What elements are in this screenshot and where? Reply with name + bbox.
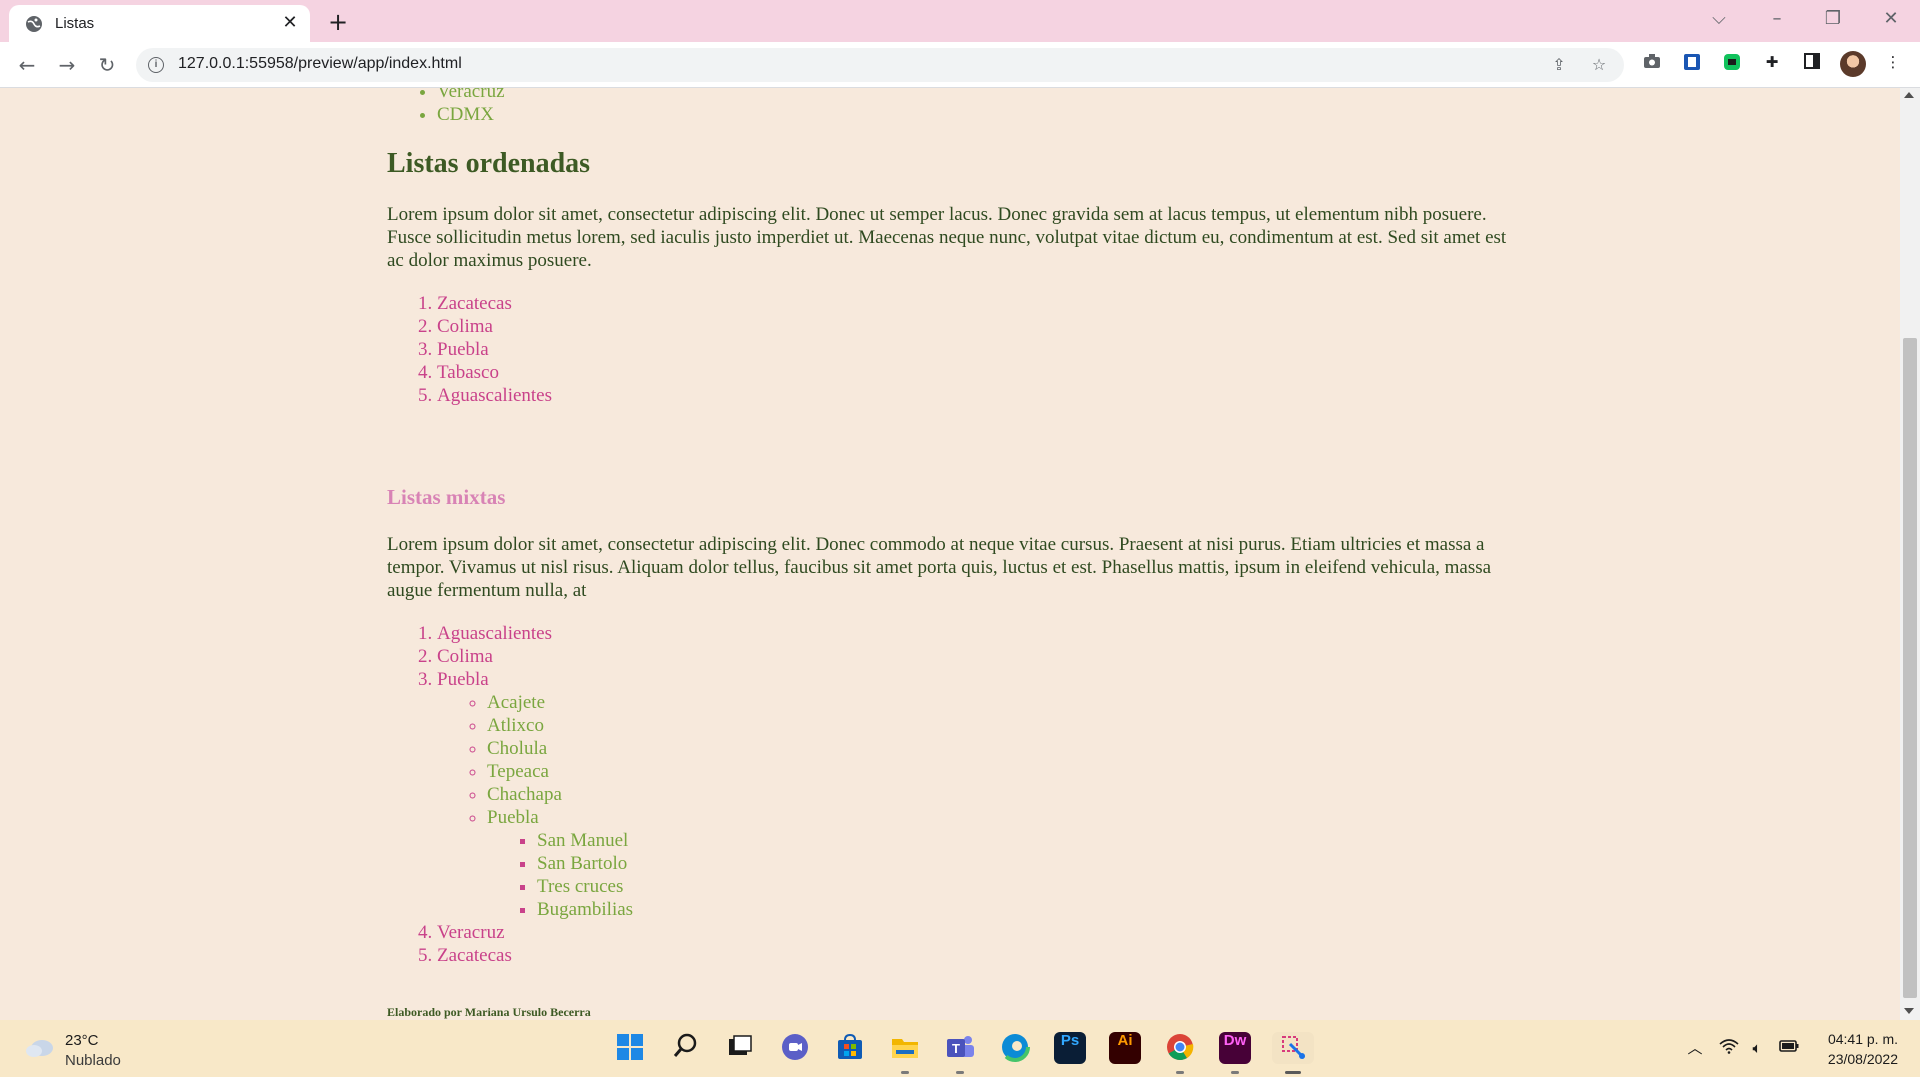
list-item-puebla-sub: Puebla San Manuel San Bartolo Tres cruce… <box>487 806 1517 921</box>
tab-title: Listas <box>55 15 95 32</box>
list-item: Cholula <box>487 737 1517 760</box>
minimize-button[interactable]: – <box>1762 6 1792 32</box>
list-item: Tres cruces <box>537 875 1517 898</box>
list-item-label: Puebla <box>437 669 489 690</box>
weather-temperature[interactable]: 23°C <box>65 1032 99 1049</box>
svg-text:T: T <box>952 1041 960 1056</box>
page-footer: Elaborado por Mariana Ursulo Becerra <box>387 1005 591 1019</box>
volume-icon[interactable]: 🔈︎ <box>1746 1038 1768 1058</box>
page-viewport: Veracruz CDMX Listas ordenadas Lorem ips… <box>0 88 1900 1020</box>
windows-start-icon[interactable] <box>614 1032 646 1064</box>
photoshop-icon[interactable]: Ps <box>1054 1032 1086 1064</box>
dreamweaver-icon[interactable]: Dw <box>1219 1032 1251 1064</box>
camera-icon[interactable] <box>1641 53 1663 75</box>
mixed-ordered-list: Aguascalientes Colima Puebla Acajete Atl… <box>387 622 1517 967</box>
list-item: Aguascalientes <box>437 384 1517 407</box>
list-item: Acajete <box>487 691 1517 714</box>
list-item: Chachapa <box>487 783 1517 806</box>
snipping-tool-icon[interactable] <box>1272 1032 1314 1064</box>
puzzle-extensions-icon[interactable]: ✚ <box>1761 53 1783 75</box>
clock-time[interactable]: 04:41 p. m. <box>1818 1031 1898 1047</box>
profile-avatar[interactable] <box>1840 51 1866 77</box>
address-bar[interactable]: i 127.0.0.1:55958/preview/app/index.html… <box>136 48 1624 82</box>
list-item: Veracruz <box>437 88 1517 103</box>
edge-icon[interactable] <box>999 1032 1031 1064</box>
list-item: Colima <box>437 645 1517 668</box>
file-explorer-icon[interactable] <box>889 1032 921 1064</box>
running-indicator <box>901 1071 909 1074</box>
list-item: Bugambilias <box>537 898 1517 921</box>
list-item: Zacatecas <box>437 292 1517 315</box>
browser-tab[interactable]: Listas ✕ <box>9 5 310 42</box>
task-view-icon[interactable] <box>724 1032 756 1064</box>
running-indicator <box>1231 1071 1239 1074</box>
chrome-icon[interactable] <box>1164 1032 1196 1064</box>
battery-icon[interactable] <box>1778 1038 1800 1058</box>
active-indicator <box>1285 1071 1301 1074</box>
cloud-weather-icon[interactable] <box>24 1036 56 1058</box>
back-button[interactable]: ← <box>12 50 42 80</box>
chevron-up-icon[interactable]: ︿ <box>1684 1038 1706 1058</box>
list-item: Aguascalientes <box>437 622 1517 645</box>
scroll-down-arrow-icon[interactable] <box>1904 1008 1914 1014</box>
more-menu-icon[interactable]: ⋮ <box>1882 53 1904 75</box>
share-icon[interactable]: ⇪ <box>1548 54 1570 76</box>
nested-circle-list: Acajete Atlixco Cholula Tepeaca Chachapa… <box>437 691 1517 921</box>
weather-description[interactable]: Nublado <box>65 1052 121 1069</box>
wifi-icon[interactable] <box>1718 1038 1740 1058</box>
reload-button[interactable]: ↻ <box>92 50 122 80</box>
top-unordered-list: Veracruz CDMX <box>387 88 1517 126</box>
ordered-lists-paragraph: Lorem ipsum dolor sit amet, consectetur … <box>387 204 1507 271</box>
list-item: Atlixco <box>487 714 1517 737</box>
ordered-list: Zacatecas Colima Puebla Tabasco Aguascal… <box>387 292 1517 407</box>
scrollbar-thumb[interactable] <box>1903 338 1917 998</box>
mixed-lists-heading: Listas mixtas <box>387 485 506 509</box>
tab-search-chevron-icon[interactable]: ⌵ <box>1704 6 1734 32</box>
windows-taskbar: 23°C Nublado T Ps Ai Dw ︿ 🔈︎ 04:41 p. m.… <box>0 1020 1920 1077</box>
list-item: Colima <box>437 315 1517 338</box>
chat-icon[interactable] <box>779 1032 811 1064</box>
restore-button[interactable]: ❐ <box>1818 6 1848 32</box>
extension-blue-icon[interactable] <box>1681 53 1703 75</box>
list-item: Veracruz <box>437 921 1517 944</box>
list-item: San Manuel <box>537 829 1517 852</box>
running-indicator <box>956 1071 964 1074</box>
list-item: Zacatecas <box>437 944 1517 967</box>
search-icon[interactable] <box>670 1032 702 1064</box>
site-info-icon[interactable]: i <box>148 57 164 73</box>
bookmark-star-icon[interactable]: ☆ <box>1588 54 1610 76</box>
page-scrollbar[interactable] <box>1900 88 1920 1020</box>
close-tab-icon[interactable]: ✕ <box>280 13 300 33</box>
list-item: Tabasco <box>437 361 1517 384</box>
new-tab-button[interactable]: + <box>324 8 352 36</box>
list-item: CDMX <box>437 103 1517 126</box>
forward-button[interactable]: → <box>52 50 82 80</box>
microsoft-store-icon[interactable] <box>834 1032 866 1064</box>
globe-icon <box>26 16 42 32</box>
tab-strip: Listas ✕ + ⌵ – ❐ ✕ <box>0 0 1920 42</box>
list-item-label: Puebla <box>487 807 539 828</box>
teams-icon[interactable]: T <box>944 1032 976 1064</box>
mixed-lists-paragraph: Lorem ipsum dolor sit amet, consectetur … <box>387 534 1492 601</box>
close-window-button[interactable]: ✕ <box>1876 6 1906 32</box>
clock-date[interactable]: 23/08/2022 <box>1808 1051 1898 1067</box>
list-item-puebla: Puebla Acajete Atlixco Cholula Tepeaca C… <box>437 668 1517 921</box>
list-item: Tepeaca <box>487 760 1517 783</box>
list-item: Puebla <box>437 338 1517 361</box>
page-content: Veracruz CDMX Listas ordenadas Lorem ips… <box>387 88 1517 1019</box>
side-panel-icon[interactable] <box>1801 53 1823 75</box>
illustrator-icon[interactable]: Ai <box>1109 1032 1141 1064</box>
browser-toolbar: ← → ↻ i 127.0.0.1:55958/preview/app/inde… <box>0 42 1920 88</box>
list-item: San Bartolo <box>537 852 1517 875</box>
extension-green-icon[interactable] <box>1721 53 1743 75</box>
url-text[interactable]: 127.0.0.1:55958/preview/app/index.html <box>178 55 462 73</box>
running-indicator <box>1176 1071 1184 1074</box>
scroll-up-arrow-icon[interactable] <box>1904 92 1914 98</box>
nested-square-list: San Manuel San Bartolo Tres cruces Bugam… <box>487 829 1517 921</box>
ordered-lists-heading: Listas ordenadas <box>387 148 591 179</box>
